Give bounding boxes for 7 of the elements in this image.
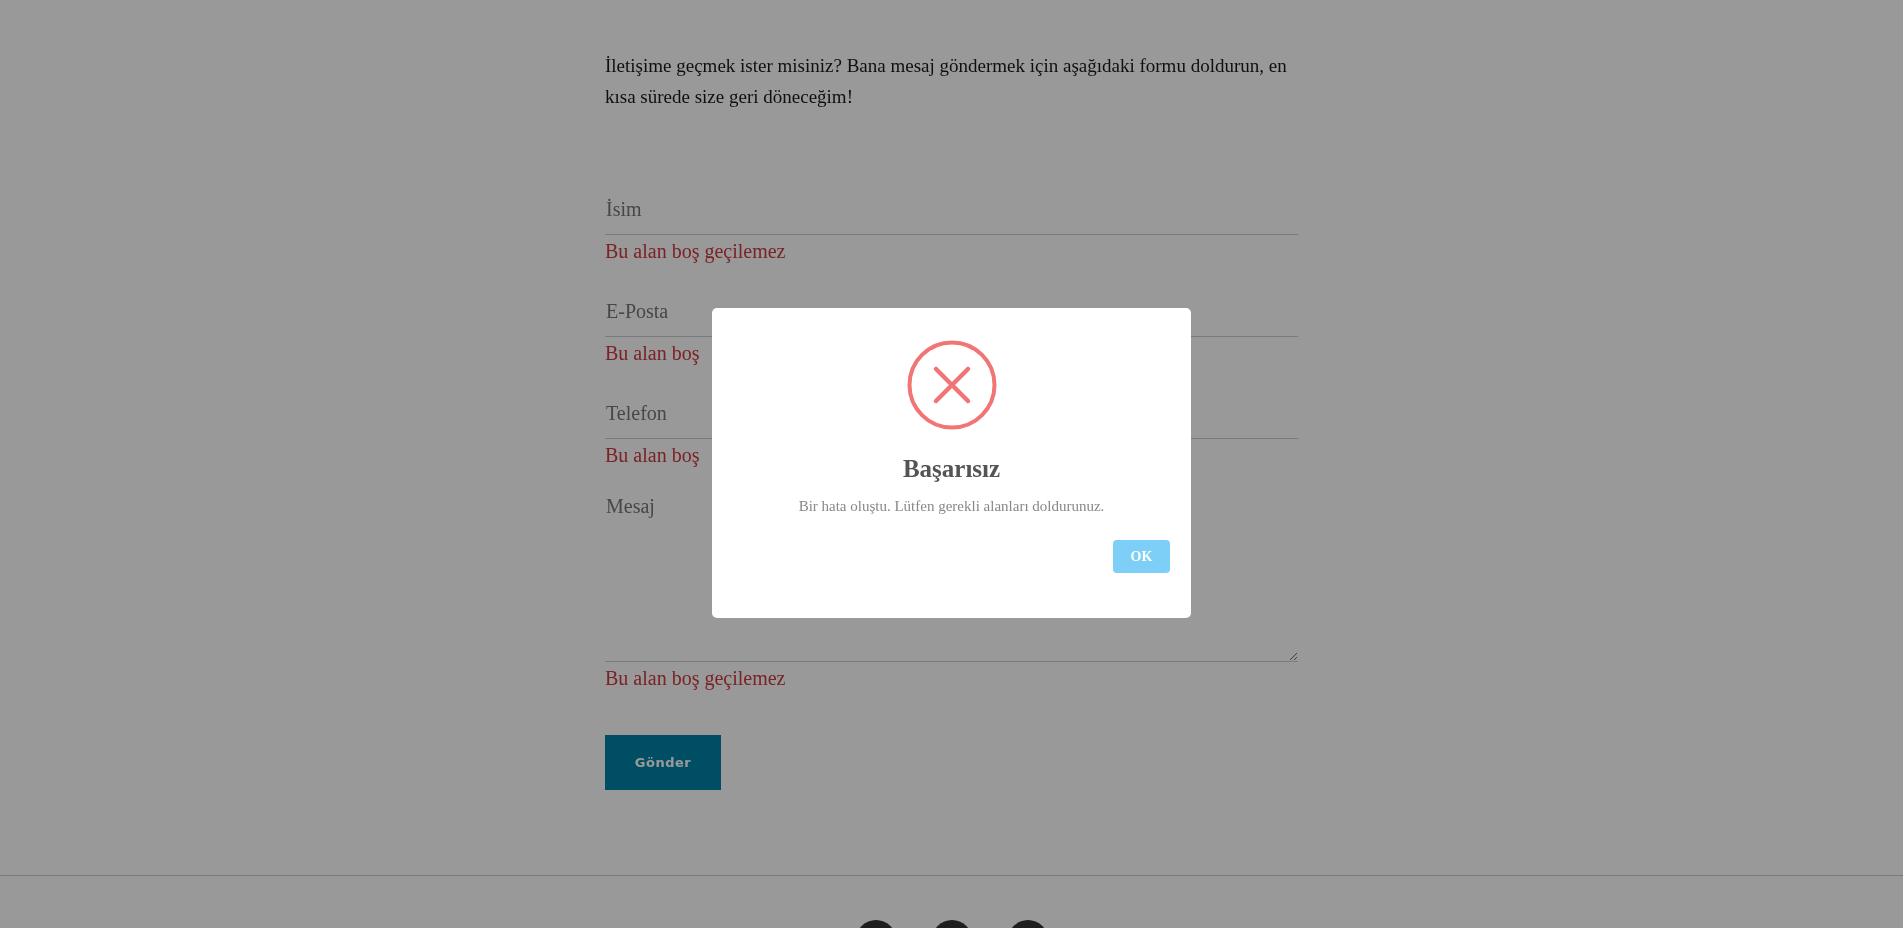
error-message: Bu alan boş xyxy=(605,341,700,365)
intro-text: İletişime geçmek ister misiniz? Bana mesaj göndermek için aşağıdaki formu doldurun, en kısa sürede size geri döneceğim! xyxy=(605,54,1288,109)
error-message: Bu alan boş geçilemez xyxy=(605,666,786,690)
error-message: Bu alan boş geçilemez xyxy=(605,239,786,263)
error-message: Bu alan boş xyxy=(605,443,700,467)
dialog-title: Başarısız xyxy=(902,454,1001,484)
dialog-message: Bir hata oluştu. Lütfen gerekli alanları doldurunuz. xyxy=(798,498,1105,515)
